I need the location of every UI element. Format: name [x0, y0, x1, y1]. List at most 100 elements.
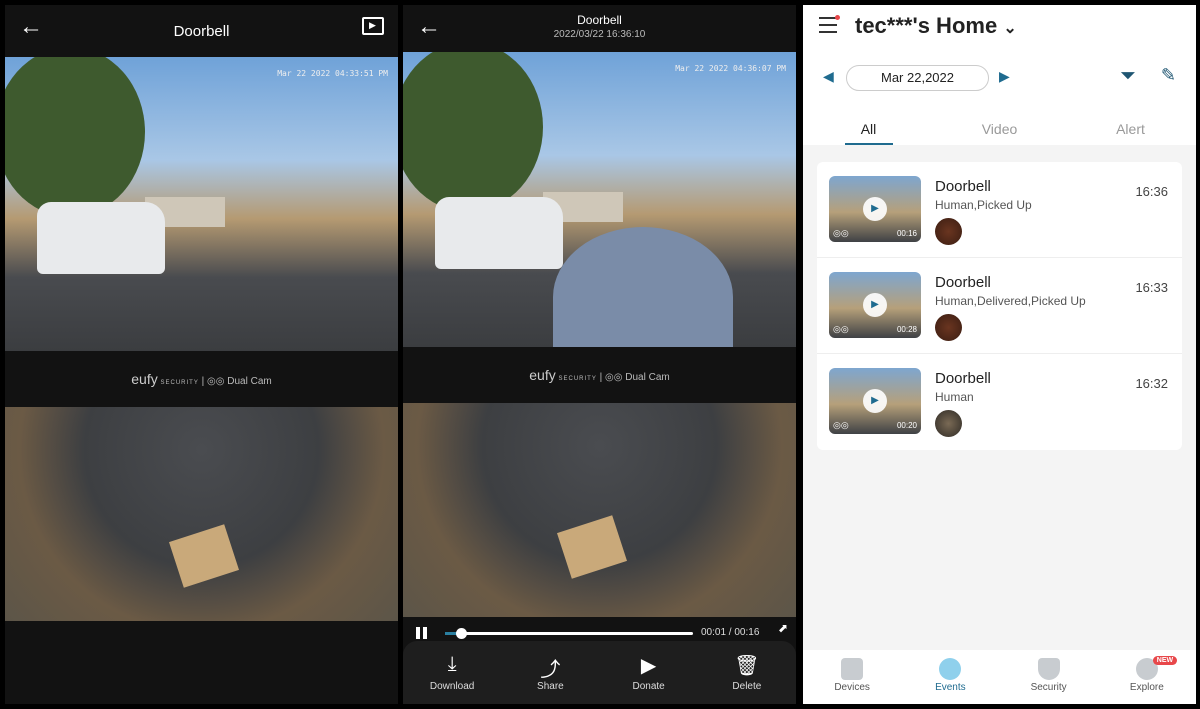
nav-explore[interactable]: NEW Explore	[1098, 650, 1196, 704]
security-label: SECURITY	[160, 380, 199, 386]
new-badge: NEW	[1152, 656, 1178, 665]
prev-date-icon[interactable]: ◀	[823, 68, 834, 85]
progress-slider[interactable]	[445, 628, 693, 639]
video-duration: 00:16	[896, 229, 917, 238]
event-time: 16:36	[1135, 184, 1168, 199]
event-item[interactable]: ▶ ◎◎ 00:16 Doorbell Human,Picked Up 16:3…	[817, 162, 1182, 258]
playback-panel: ← Doorbell 2022/03/22 16:36:10 Mar 22 20…	[403, 5, 796, 704]
dual-cam-icon: ◎◎	[833, 228, 849, 238]
live-view-panel: ← Doorbell Mar 22 2022 04:33:51 PM eufy …	[5, 5, 398, 704]
top-bar: ← Doorbell	[5, 5, 398, 57]
video-share-icon[interactable]	[362, 17, 384, 35]
event-tags: Human,Delivered,Picked Up	[935, 294, 1086, 308]
donate-label: Donate	[632, 681, 665, 692]
home-icon	[841, 658, 864, 680]
chevron-down-icon: ⌄	[1003, 20, 1017, 37]
dual-cam-label: Dual Cam	[625, 372, 670, 383]
event-device-name: Doorbell	[935, 178, 991, 195]
tree	[403, 52, 543, 212]
share-button[interactable]: ⤴ Share	[510, 653, 590, 704]
camera-bottom-view	[5, 407, 398, 621]
event-device-name: Doorbell	[935, 274, 991, 291]
share-label: Share	[537, 681, 564, 692]
nav-devices[interactable]: Devices	[803, 650, 901, 704]
tree	[5, 57, 145, 217]
donate-button[interactable]: ▶ Donate	[609, 653, 689, 704]
camera-top-view: Mar 22 2022 04:33:51 PM	[5, 57, 398, 351]
page-title: Doorbell	[173, 23, 230, 40]
download-icon: ⤓	[447, 653, 457, 675]
date-bar: ◀ Mar 22,2022 ▶ ⏷ ✎	[823, 65, 1176, 91]
next-date-icon[interactable]: ▶	[999, 68, 1010, 85]
action-bar: ⤓ Download ⤴ Share ▶ Donate 🗑 Delete	[403, 641, 796, 704]
delete-button[interactable]: 🗑 Delete	[707, 653, 787, 704]
fullscreen-icon[interactable]: ⬈	[778, 621, 788, 635]
trash-icon: 🗑	[734, 655, 760, 677]
brand-divider: |	[599, 372, 603, 383]
download-button[interactable]: ⤓ Download	[412, 653, 492, 704]
menu-icon-line	[819, 24, 837, 26]
event-tags: Human,Picked Up	[935, 198, 1032, 212]
player-controls: 00:01 / 00:16 ⬈	[403, 621, 796, 643]
event-tabs: All Video Alert	[803, 121, 1196, 145]
timestamp-overlay: Mar 22 2022 04:33:51 PM	[277, 69, 388, 78]
event-thumbnail[interactable]: ▶ ◎◎ 00:16	[829, 176, 921, 242]
filter-icon[interactable]: ⏷	[1120, 65, 1136, 88]
bottom-nav: Devices Events Security NEW Explore	[803, 650, 1196, 704]
edit-icon[interactable]: ✎	[1161, 65, 1176, 86]
recording-datetime: 2022/03/22 16:36:10	[553, 29, 646, 40]
dual-cam-icon: ◎◎	[605, 372, 623, 383]
date-picker[interactable]: Mar 22,2022	[846, 65, 989, 91]
event-tags: Human	[935, 390, 974, 404]
nav-events[interactable]: Events	[901, 650, 999, 704]
download-label: Download	[429, 681, 475, 692]
nav-label: Explore	[1129, 682, 1164, 693]
donate-video-icon: ▶	[640, 655, 657, 677]
progress-knob[interactable]	[455, 628, 467, 639]
tab-alert[interactable]: Alert	[1065, 121, 1196, 145]
playback-time: 00:01 / 00:16	[701, 627, 760, 638]
timestamp-overlay: Mar 22 2022 04:36:07 PM	[675, 64, 786, 73]
clock-icon	[939, 658, 962, 680]
event-device-name: Doorbell	[935, 370, 991, 387]
home-title: tec***'s Home	[855, 13, 998, 38]
nav-security[interactable]: Security	[1000, 650, 1098, 704]
play-icon[interactable]: ▶	[863, 389, 887, 413]
event-thumbnail[interactable]: ▶ ◎◎ 00:20	[829, 368, 921, 434]
event-face-avatar	[935, 218, 962, 245]
dual-cam-label: Dual Cam	[227, 376, 272, 387]
notification-dot	[835, 15, 840, 20]
events-header: tec***'s Home ⌄ ◀ Mar 22,2022 ▶ ⏷ ✎ All …	[803, 5, 1196, 145]
car	[435, 197, 563, 269]
pause-button[interactable]	[415, 627, 429, 639]
event-item[interactable]: ▶ ◎◎ 00:28 Doorbell Human,Delivered,Pick…	[817, 258, 1182, 354]
event-face-avatar	[935, 410, 962, 437]
dual-cam-icon: ◎◎	[833, 420, 849, 430]
camera-top-view: Mar 22 2022 04:36:07 PM	[403, 52, 796, 347]
nav-label: Devices	[834, 682, 870, 693]
package	[169, 524, 239, 588]
menu-button[interactable]	[819, 15, 840, 33]
video-duration: 00:28	[896, 325, 917, 334]
security-label: SECURITY	[558, 376, 597, 382]
event-time: 16:33	[1135, 280, 1168, 295]
brand-divider: |	[201, 376, 205, 387]
video-duration: 00:20	[896, 421, 917, 430]
tab-video[interactable]: Video	[934, 121, 1065, 145]
play-icon[interactable]: ▶	[863, 293, 887, 317]
dual-cam-icon: ◎◎	[207, 376, 225, 387]
camera-bottom-view	[403, 403, 796, 617]
eufy-logo: eufy	[529, 367, 556, 383]
event-thumbnail[interactable]: ▶ ◎◎ 00:28	[829, 272, 921, 338]
event-item[interactable]: ▶ ◎◎ 00:20 Doorbell Human 16:32	[817, 354, 1182, 450]
shield-icon	[1037, 658, 1060, 680]
home-selector[interactable]: tec***'s Home ⌄	[855, 13, 1017, 39]
person	[553, 227, 733, 347]
play-icon[interactable]: ▶	[863, 197, 887, 221]
eufy-logo: eufy	[131, 371, 158, 387]
tab-all[interactable]: All	[803, 121, 934, 145]
car	[37, 202, 165, 274]
delete-label: Delete	[732, 681, 762, 692]
event-face-avatar	[935, 314, 962, 341]
brand-logo: eufy SECURITY | ◎◎ Dual Cam	[403, 367, 796, 383]
